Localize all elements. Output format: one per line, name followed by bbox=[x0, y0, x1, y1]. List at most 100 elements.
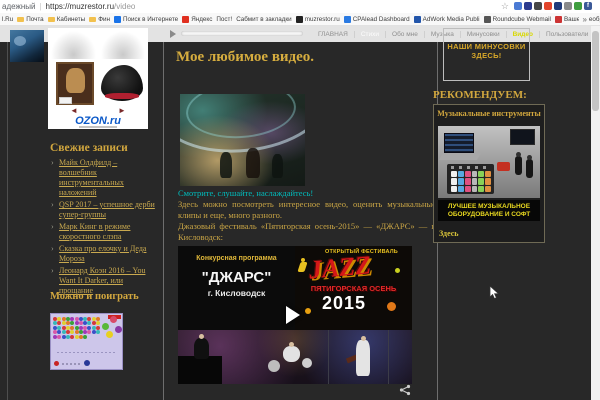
extension-icons: f bbox=[514, 2, 592, 10]
figure-silhouette bbox=[220, 152, 232, 178]
bullet-icon: › bbox=[51, 244, 54, 254]
pad bbox=[485, 171, 491, 177]
youtube-player[interactable]: Конкурсная программа "ДЖАРС" г. Кисловод… bbox=[178, 246, 412, 384]
photo-thumbnail[interactable] bbox=[10, 30, 44, 62]
nav-item-стихи[interactable]: Стихи bbox=[354, 31, 385, 38]
bookmarks-bar: l.Ru Почта Кабинеты Фин Поиск в Интернете Янд… bbox=[0, 13, 600, 26]
controller-knobs bbox=[451, 166, 489, 169]
bookmark-star-icon[interactable]: ☆ bbox=[501, 2, 509, 11]
bookmark-item[interactable]: muzrestor.ru bbox=[296, 16, 340, 23]
extension-icon[interactable]: f bbox=[584, 2, 592, 10]
nav-item-пользователи[interactable]: Пользователи bbox=[539, 31, 594, 38]
bubble bbox=[62, 326, 66, 330]
laptop-screen bbox=[444, 133, 474, 153]
bookmark-item[interactable]: Фин bbox=[89, 16, 110, 23]
pad bbox=[472, 171, 478, 177]
bookmark-label: Поиск в Интернете bbox=[123, 16, 178, 23]
product-image[interactable] bbox=[99, 29, 148, 59]
address-divider: | bbox=[39, 2, 41, 11]
url-text[interactable]: https://muzrestor.ru/video bbox=[46, 2, 136, 11]
bubble bbox=[75, 335, 79, 339]
stage-truss bbox=[328, 330, 329, 384]
bubble bbox=[57, 326, 61, 330]
extension-icon[interactable] bbox=[564, 2, 572, 10]
recent-post-link[interactable]: Марк Кинг в режиме скоростного слэпа bbox=[59, 222, 130, 241]
bookmark-item[interactable]: CPAlead Dashboard bbox=[344, 16, 410, 23]
bookmark-item[interactable]: AdWork Media Publi bbox=[414, 16, 480, 23]
bookmark-item[interactable]: Поиск в Интернете bbox=[114, 16, 178, 23]
bookmark-item[interactable]: Сабмит в закладки bbox=[236, 16, 292, 23]
product-image-book[interactable] bbox=[56, 62, 94, 105]
extension-icon[interactable] bbox=[554, 2, 562, 10]
bubble-game-widget[interactable] bbox=[50, 313, 123, 370]
bookmarks-overflow-chevron[interactable]: » bbox=[579, 13, 589, 25]
bookmark-item[interactable]: Ваше преображение bbox=[555, 16, 600, 23]
pad bbox=[472, 186, 478, 192]
scrollbar-thumb[interactable] bbox=[592, 31, 599, 111]
address-bar[interactable]: адежный | https://muzrestor.ru/video ☆ f bbox=[0, 0, 600, 13]
bubble bbox=[96, 317, 100, 321]
drum bbox=[268, 360, 280, 372]
bookmark-item[interactable]: Почта bbox=[17, 16, 44, 23]
extension-icon[interactable] bbox=[574, 2, 582, 10]
bookmark-label: Фин bbox=[98, 16, 110, 23]
folder-icon bbox=[17, 17, 24, 22]
recent-post-link[interactable]: QSP 2017 – успешное дерби супер-группы bbox=[59, 200, 155, 219]
play-button-icon[interactable] bbox=[286, 306, 300, 324]
share-icon[interactable] bbox=[399, 384, 411, 396]
square-icon bbox=[114, 16, 121, 23]
square-icon bbox=[182, 16, 189, 23]
nav-item-главная[interactable]: ГЛАВНАЯ bbox=[312, 31, 354, 38]
bookmark-item[interactable]: Яндекс bbox=[182, 16, 212, 23]
bubble bbox=[62, 330, 66, 334]
minusovki-promo-box[interactable]: НАШИ МИНУСОВКИ ЗДЕСЬ! bbox=[443, 28, 530, 81]
controller-pads bbox=[451, 171, 491, 192]
dancer-figure bbox=[298, 258, 307, 274]
bookmark-item[interactable]: Пост! bbox=[216, 16, 232, 23]
product-image[interactable] bbox=[49, 29, 98, 59]
extension-icon[interactable] bbox=[544, 2, 552, 10]
bookmark-item[interactable]: Roundcube Webmail bbox=[484, 16, 551, 23]
joystick bbox=[526, 159, 533, 178]
audio-seek-bar[interactable] bbox=[181, 31, 303, 36]
carousel-next-arrow[interactable]: ► bbox=[118, 107, 126, 115]
product-image-iron[interactable] bbox=[101, 65, 143, 101]
extension-icon[interactable] bbox=[534, 2, 542, 10]
music-gear-image[interactable] bbox=[438, 126, 540, 198]
pad bbox=[478, 171, 484, 177]
ozon-ad-widget[interactable]: ◄ ► OZON.ru bbox=[48, 28, 148, 129]
recent-post-link[interactable]: Сказка про елочку и Деда Мороза bbox=[59, 244, 146, 263]
extension-icon[interactable] bbox=[524, 2, 532, 10]
ozon-product-images[interactable] bbox=[49, 29, 147, 59]
bubble bbox=[75, 317, 79, 321]
recommend-widget[interactable]: Музыкальные инструменты ЛУЧШЕЕ МУЗЫКАЛЬН… bbox=[433, 104, 545, 243]
bookmark-label: Яндекс bbox=[191, 16, 212, 23]
ozon-logo-subline bbox=[79, 126, 117, 128]
extension-icon[interactable] bbox=[514, 2, 522, 10]
video-thumbnail[interactable] bbox=[180, 94, 305, 186]
city-label: г. Кисловодск bbox=[178, 288, 295, 298]
bookmark-label: Roundcube Webmail bbox=[493, 16, 551, 23]
bookmark-item[interactable]: Кабинеты bbox=[48, 16, 85, 23]
bubble bbox=[70, 330, 74, 334]
minusovki-promo-text: НАШИ МИНУСОВКИ ЗДЕСЬ! bbox=[444, 43, 529, 61]
bookmark-item[interactable]: l.Ru bbox=[2, 16, 13, 23]
bubble bbox=[115, 326, 122, 333]
square-icon bbox=[555, 16, 562, 23]
stage-scene bbox=[178, 330, 412, 384]
audio-play-icon[interactable] bbox=[170, 30, 176, 38]
widget-title: Музыкальные инструменты bbox=[434, 109, 544, 118]
scrollbar-track[interactable] bbox=[591, 26, 600, 400]
game-next-ball bbox=[54, 361, 59, 366]
widget-link[interactable]: Здесь bbox=[439, 229, 459, 238]
bullet-icon: › bbox=[51, 266, 54, 276]
recent-post-item: › Сказка про елочку и Деда Мороза bbox=[50, 244, 156, 264]
pad bbox=[478, 186, 484, 192]
recent-post-link[interactable]: Майк Олдфилд – волшебник инструментальны… bbox=[59, 158, 124, 197]
pad bbox=[458, 171, 464, 177]
page-title: Мое любимое видео. bbox=[176, 49, 314, 66]
nav-item-обо мне[interactable]: Обо мне bbox=[385, 31, 424, 38]
carousel-prev-arrow[interactable]: ◄ bbox=[70, 107, 78, 115]
bubble bbox=[87, 326, 91, 330]
piano bbox=[178, 356, 222, 384]
